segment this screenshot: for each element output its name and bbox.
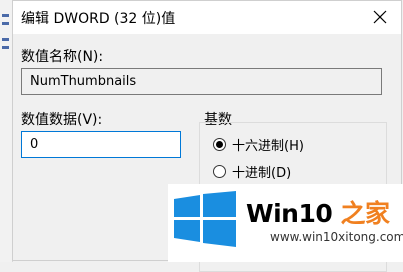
radio-hexadecimal-label: 十六进制(H) [232, 139, 304, 154]
dialog-title: 编辑 DWORD (32 位)值 [21, 11, 176, 27]
background-marker [2, 22, 9, 25]
background-marker [2, 14, 9, 17]
value-name-label: 数值名称(N): [21, 49, 104, 65]
close-icon[interactable] [371, 8, 389, 26]
value-name-field[interactable]: NumThumbnails [21, 68, 382, 95]
watermark-title: Win10 之家 [246, 194, 390, 230]
radio-decimal[interactable]: 十进制(D) [213, 162, 291, 181]
watermark-url: www.win10xitong.com [270, 230, 403, 244]
radio-decimal-label: 十进制(D) [232, 166, 292, 181]
radio-checked-icon[interactable] [213, 138, 226, 151]
watermark: Win10 之家 www.win10xitong.com [168, 184, 403, 262]
watermark-title-main: Win10 [246, 199, 341, 228]
value-data-label: 数值数据(V): [21, 112, 103, 128]
value-data-input[interactable]: 0 [21, 131, 181, 158]
dialog-titlebar: 编辑 DWORD (32 位)值 [13, 1, 401, 34]
radio-hexadecimal[interactable]: 十六进制(H) [213, 135, 304, 154]
background-marker [2, 46, 9, 49]
watermark-title-accent: 之家 [340, 199, 390, 228]
background-marker [2, 38, 9, 41]
radio-unchecked-icon[interactable] [213, 165, 226, 178]
windows-logo-icon [174, 191, 236, 247]
